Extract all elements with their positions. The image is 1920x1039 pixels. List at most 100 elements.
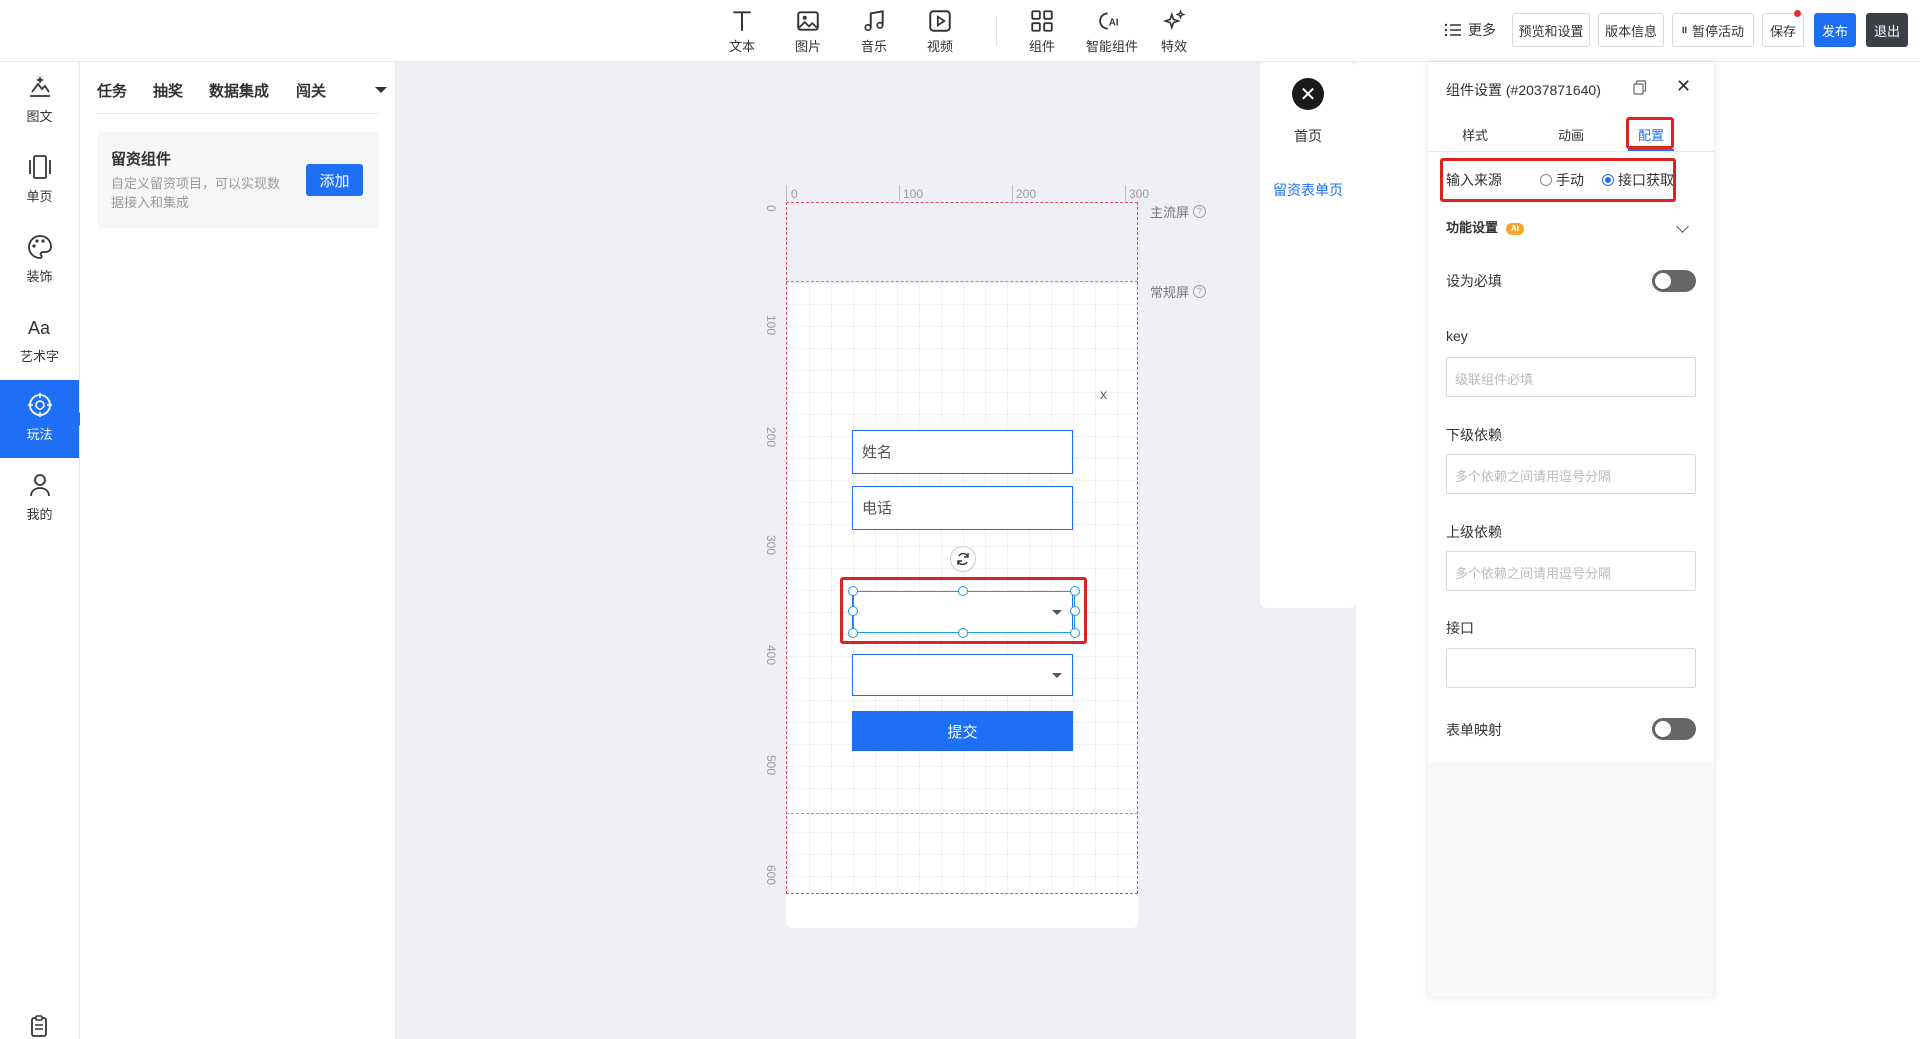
ruler-label: 0 [791,187,798,201]
tool-label: 智能组件 [1085,39,1138,54]
ai-badge: AI [1506,222,1525,235]
left-navigation: 图文 单页 装饰 Aa 艺术字 玩法 我的 [0,62,86,1039]
upper-dependency-label: 上级依赖 [1446,524,1502,540]
svg-text:AI: AI [1109,17,1119,28]
tabs-dropdown-icon[interactable] [375,87,387,93]
tool-effects[interactable]: 特效 [1146,8,1202,55]
tool-components[interactable]: 组件 [1014,8,1070,55]
key-label: key [1446,328,1468,344]
tool-ai-component[interactable]: AI 智能组件 [1080,8,1144,55]
top-toolbar: 文本 图片 音乐 视频 组件 AI 智能组件 特效 更多 预览和设置 版本信息 … [0,0,1920,62]
highlight-box-config-tab [1626,117,1674,149]
version-info-button[interactable]: 版本信息 [1598,13,1664,47]
user-icon [29,474,50,497]
art-text-glyph: Aa [28,318,51,338]
nav-label: 单页 [26,189,53,204]
nav-label: 我的 [26,507,53,522]
tab-animation[interactable]: 动画 [1558,125,1584,144]
form-mapping-label: 表单映射 [1446,722,1502,738]
nav-label: 艺术字 [19,349,59,364]
page-item-lead-form[interactable]: 留资表单页 [1260,180,1356,200]
tool-label: 视频 [926,39,953,54]
vertical-ruler: 0 100 200 300 400 500 600 [762,205,780,895]
clipboard-icon[interactable] [27,1014,51,1038]
tool-label: 组件 [1028,39,1055,54]
feature-settings-label[interactable]: 功能设置 AI [1446,217,1525,236]
highlight-box-input-source [1440,158,1676,202]
nav-item-single-page[interactable]: 单页 [0,142,79,220]
unsaved-dot [1794,10,1801,17]
lower-dependency-label: 下级依赖 [1446,427,1502,443]
chevron-down-icon[interactable] [1676,220,1689,233]
cascade-select-2[interactable] [852,654,1073,696]
pause-activity-button[interactable]: II 暂停活动 [1672,13,1754,47]
close-icon[interactable]: ✕ [1292,78,1324,110]
save-button[interactable]: 保存 [1762,10,1804,47]
ruler-label: 600 [764,865,778,886]
preview-settings-button[interactable]: 预览和设置 [1512,13,1590,47]
art-text-icon: Aa [28,318,51,338]
save-label: 保存 [1769,23,1796,39]
phone-input[interactable]: 电话 [852,486,1073,530]
copy-icon[interactable] [1633,80,1647,95]
components-icon [1031,10,1053,32]
tab-lottery[interactable]: 抽奖 [153,80,183,101]
active-tab-indicator [1628,149,1674,151]
highlight-box-select [840,577,1087,644]
api-input[interactable] [1446,648,1696,688]
card-title: 留资组件 [111,151,172,168]
ruler-label: 200 [764,427,778,448]
music-icon [864,10,884,32]
ruler-label: 500 [764,755,778,776]
exit-button[interactable]: 退出 [1866,13,1908,47]
publish-button[interactable]: 发布 [1814,13,1856,47]
tool-image[interactable]: 图片 [780,8,836,55]
form-mapping-toggle[interactable] [1652,718,1696,740]
page-item-home[interactable]: 首页 [1260,126,1356,146]
normal-screen-label: 常规屏 ? [1150,282,1207,301]
ruler-label: 0 [764,205,778,212]
settings-title: 组件设置 (#2037871640) [1446,82,1601,98]
pause-label: 暂停活动 [1692,23,1745,39]
nav-item-image-text[interactable]: 图文 [0,62,79,140]
key-input[interactable]: 级联组件必填 [1446,357,1696,397]
list-icon [1444,23,1461,37]
tab-challenge[interactable]: 闯关 [296,80,326,101]
close-icon[interactable]: ✕ [1676,76,1691,97]
tool-music[interactable]: 音乐 [846,8,902,55]
add-component-button[interactable]: 添加 [306,164,363,196]
image-text-icon [29,76,50,97]
ruler-label: 300 [1129,187,1150,201]
nav-item-decoration[interactable]: 装饰 [0,222,79,300]
feature-settings-text: 功能设置 [1446,220,1499,235]
component-library-panel: 任务 抽奖 数据集成 闯关 留资组件 自定义留资项目，可以实现数据接入和集成 添… [80,62,396,1039]
tab-style[interactable]: 样式 [1462,125,1488,144]
tool-text[interactable]: 文本 [714,8,770,55]
gameplay-icon [27,393,52,417]
image-icon [797,11,819,31]
palette-icon [27,235,52,259]
tool-video[interactable]: 视频 [912,8,968,55]
ruler-label: 200 [1016,187,1037,201]
required-toggle[interactable] [1652,270,1696,292]
help-icon[interactable]: ? [1193,285,1207,298]
lower-dependency-input[interactable]: 多个依赖之间请用逗号分隔 [1446,454,1696,494]
tab-task[interactable]: 任务 [97,80,127,101]
tab-data-integration[interactable]: 数据集成 [209,80,269,101]
nav-item-mine[interactable]: 我的 [0,460,79,538]
nav-item-gameplay[interactable]: 玩法 [0,380,86,458]
upper-dependency-input[interactable]: 多个依赖之间请用逗号分隔 [1446,551,1696,591]
form-close-icon[interactable]: x [1100,386,1107,402]
nav-item-art-text[interactable]: Aa 艺术字 [0,302,79,380]
ruler-label: 100 [764,315,778,336]
tool-label: 图片 [794,39,821,54]
refresh-icon[interactable] [950,546,976,572]
more-menu[interactable]: 更多 [1444,20,1496,40]
main-screen-line [786,281,1138,282]
name-input[interactable]: 姓名 [852,430,1073,474]
tool-label: 文本 [728,39,755,54]
pause-icon: II [1681,25,1687,35]
help-icon[interactable]: ? [1193,205,1207,218]
submit-button[interactable]: 提交 [852,711,1073,751]
normal-screen-text: 常规屏 [1150,285,1190,300]
